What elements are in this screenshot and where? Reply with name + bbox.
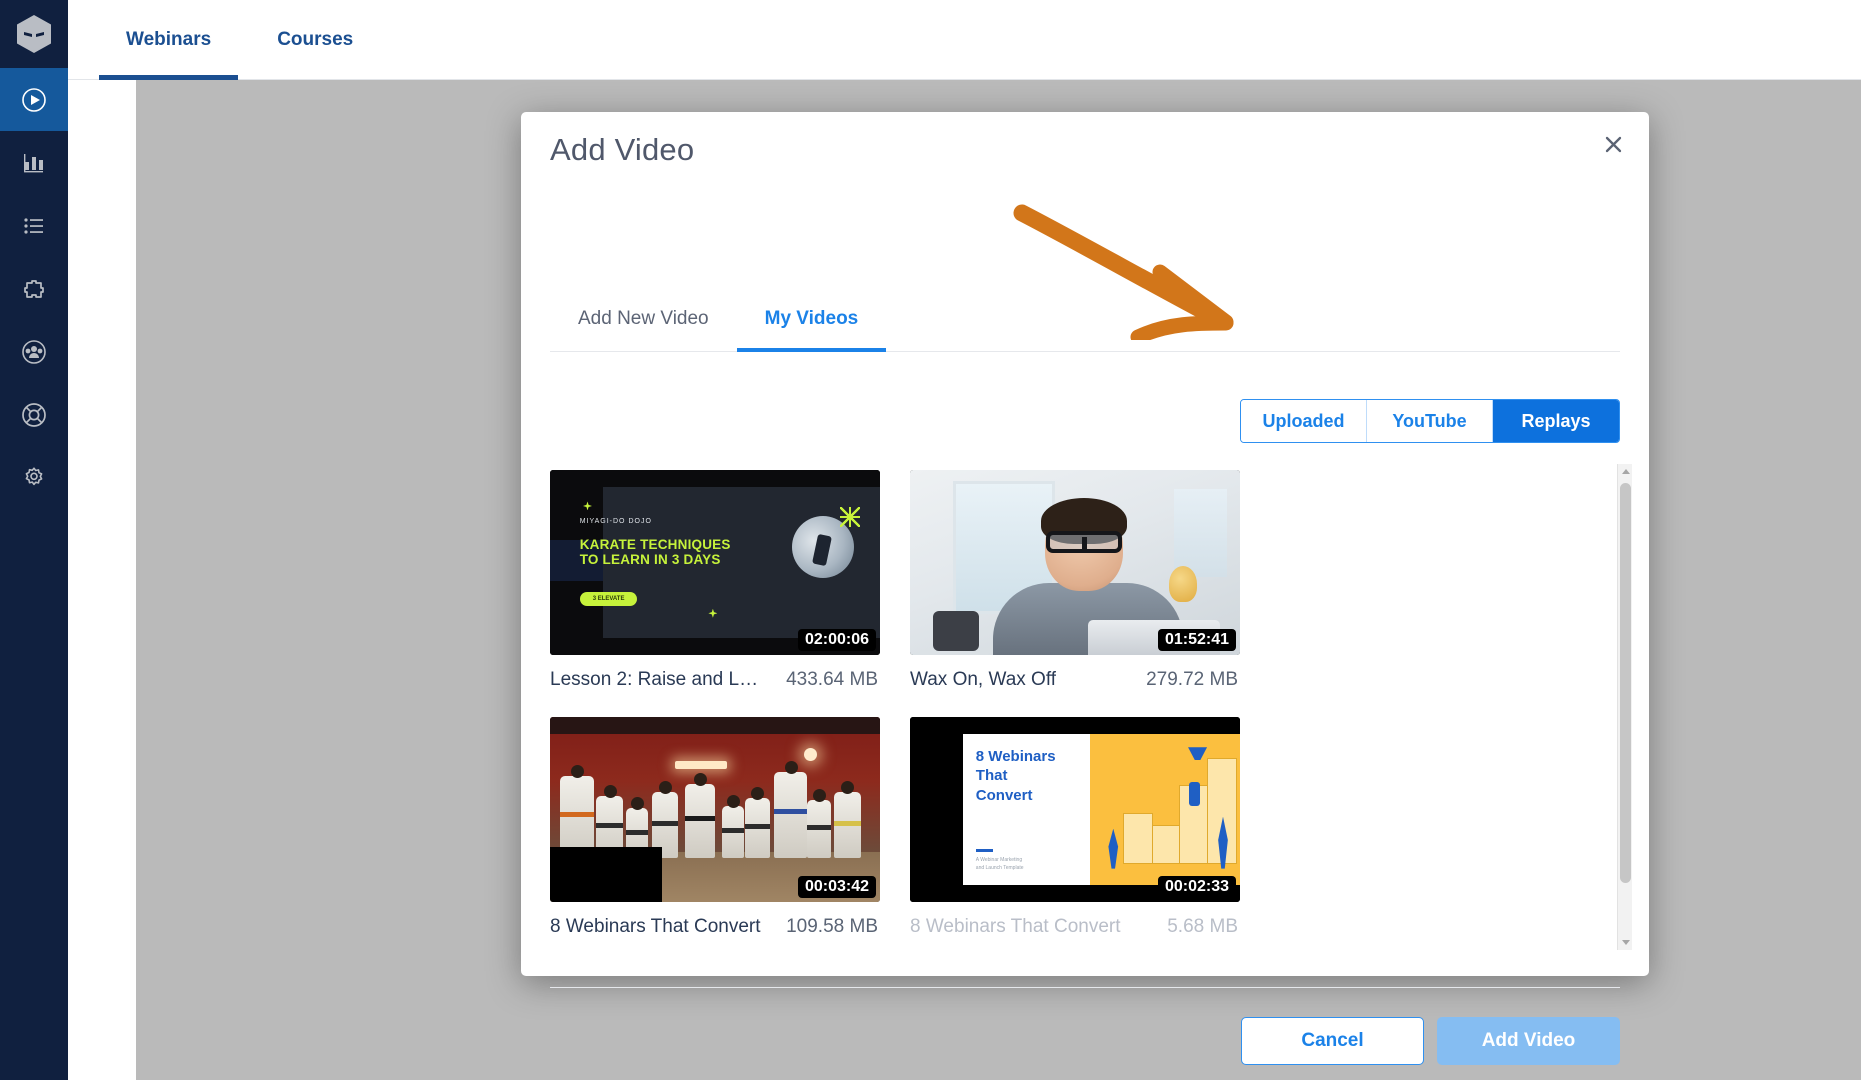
sidebar-item-registrants[interactable] — [0, 194, 68, 257]
scroll-up-arrow-icon[interactable] — [1618, 464, 1633, 479]
filter-uploaded-button[interactable]: Uploaded — [1241, 400, 1367, 442]
footer-divider — [550, 987, 1620, 988]
video-card-meta: Wax On, Wax Off 279.72 MB — [910, 669, 1240, 691]
video-size: 109.58 MB — [786, 916, 878, 937]
video-thumbnail[interactable]: 01:52:41 — [910, 470, 1240, 655]
video-card[interactable]: MIYAGI-DO DOJO KARATE TECHNIQUES TO LEARN… — [550, 470, 880, 691]
video-card[interactable]: 00:03:42 8 Webinars That Convert 109.58 … — [550, 717, 880, 938]
app-logo[interactable] — [0, 0, 68, 68]
thumb-pill-text: 3 ELEVATE — [579, 592, 638, 607]
scroll-down-arrow-icon[interactable] — [1618, 935, 1633, 950]
play-circle-icon — [22, 87, 46, 112]
video-card-meta: 8 Webinars That Convert 5.68 MB — [910, 916, 1240, 938]
add-video-button[interactable]: Add Video — [1437, 1017, 1620, 1065]
sidebar-item-integrations[interactable] — [0, 257, 68, 320]
puzzle-heart-icon — [24, 279, 44, 298]
filter-youtube-button[interactable]: YouTube — [1367, 400, 1493, 442]
tab-webinars[interactable]: Webinars — [93, 0, 244, 80]
video-card[interactable]: 8 Webinars That Convert A Webinar Marketin… — [910, 717, 1240, 938]
tab-my-videos[interactable]: My Videos — [736, 308, 887, 352]
filter-youtube-label: YouTube — [1392, 410, 1467, 431]
video-thumbnail[interactable]: MIYAGI-DO DOJO KARATE TECHNIQUES TO LEARN… — [550, 470, 880, 655]
lifebuoy-icon — [22, 402, 46, 427]
video-thumbnail[interactable]: 00:03:42 — [550, 717, 880, 902]
filter-replays-button[interactable]: Replays — [1493, 400, 1619, 442]
tab-courses-label: Courses — [277, 29, 354, 50]
duration-badge: 01:52:41 — [1157, 629, 1236, 651]
source-filter-group: Uploaded YouTube Replays — [1240, 399, 1620, 443]
sidebar-item-analytics[interactable] — [0, 131, 68, 194]
tab-courses[interactable]: Courses — [244, 0, 386, 80]
webinars-slide-art: 8 Webinars That Convert A Webinar Marketin… — [910, 717, 1240, 902]
video-list-scroll-area[interactable]: MIYAGI-DO DOJO KARATE TECHNIQUES TO LEARN… — [550, 470, 1620, 947]
video-size: 5.68 MB — [1167, 916, 1238, 937]
video-title: 8 Webinars That Convert — [910, 916, 1121, 937]
sidebar-item-webinars[interactable] — [0, 68, 68, 131]
bar-chart-icon — [24, 153, 43, 172]
cancel-button-label: Cancel — [1301, 1030, 1364, 1051]
person-at-laptop-art — [910, 470, 1240, 655]
filter-uploaded-label: Uploaded — [1262, 410, 1345, 431]
video-title: Lesson 2: Raise and Lower t... — [550, 669, 765, 690]
gear-icon — [25, 466, 43, 485]
mask-logo-icon — [17, 15, 51, 53]
close-icon[interactable] — [1597, 128, 1629, 160]
tab-my-videos-label: My Videos — [764, 308, 859, 329]
scrollbar-thumb[interactable] — [1620, 483, 1631, 883]
modal-title: Add Video — [550, 132, 695, 167]
sidebar-item-settings[interactable] — [0, 446, 68, 509]
modal-tabs: Add New Video My Videos — [550, 308, 1620, 352]
sidebar-item-support[interactable] — [0, 383, 68, 446]
thumb-headline-text: KARATE TECHNIQUES TO LEARN IN 3 DAYS — [579, 536, 731, 567]
thumb-brand-text: MIYAGI-DO DOJO — [579, 518, 652, 526]
video-thumbnail[interactable]: 8 Webinars That Convert A Webinar Marketin… — [910, 717, 1240, 902]
video-card-meta: 8 Webinars That Convert 109.58 MB — [550, 916, 880, 938]
list-icon — [24, 217, 43, 234]
dojo-class-art — [550, 717, 880, 902]
video-card[interactable]: 01:52:41 Wax On, Wax Off 279.72 MB — [910, 470, 1240, 691]
thumb-slide-subtitle: A Webinar Marketing and Launch Template — [975, 857, 1024, 872]
video-size: 433.64 MB — [786, 669, 878, 690]
karate-techniques-slide-art: MIYAGI-DO DOJO KARATE TECHNIQUES TO LEARN… — [550, 470, 880, 655]
thumb-slide-title: 8 Webinars That Convert — [975, 747, 1056, 805]
top-nav-tabs: Webinars Courses — [93, 0, 386, 80]
users-group-icon — [22, 339, 46, 364]
video-title: Wax On, Wax Off — [910, 669, 1057, 690]
cancel-button[interactable]: Cancel — [1241, 1017, 1424, 1065]
tab-add-new-video[interactable]: Add New Video — [550, 308, 737, 351]
video-size: 279.72 MB — [1146, 669, 1238, 690]
duration-badge: 00:03:42 — [797, 876, 876, 898]
close-x-icon — [1605, 136, 1621, 152]
duration-badge: 02:00:06 — [797, 629, 876, 651]
add-video-button-label: Add Video — [1481, 1030, 1576, 1051]
video-grid: MIYAGI-DO DOJO KARATE TECHNIQUES TO LEARN… — [550, 470, 1596, 938]
video-card-meta: Lesson 2: Raise and Lower t... 433.64 MB — [550, 669, 880, 691]
filter-replays-label: Replays — [1521, 410, 1591, 431]
app-root: Webinars Courses Add Video Add New Video… — [0, 0, 1861, 1080]
top-navbar: Webinars Courses — [68, 0, 1861, 80]
video-title: 8 Webinars That Convert — [550, 916, 761, 937]
tab-webinars-label: Webinars — [126, 29, 212, 50]
sidebar-item-contacts[interactable] — [0, 320, 68, 383]
modal-footer: Cancel Add Video — [1241, 1017, 1620, 1065]
main-sidebar — [0, 0, 68, 1080]
tab-add-new-video-label: Add New Video — [578, 308, 709, 329]
video-list-scrollbar[interactable] — [1617, 464, 1632, 950]
add-video-modal: Add Video Add New Video My Videos Upload… — [521, 112, 1649, 1065]
duration-badge: 00:02:33 — [1157, 876, 1236, 898]
